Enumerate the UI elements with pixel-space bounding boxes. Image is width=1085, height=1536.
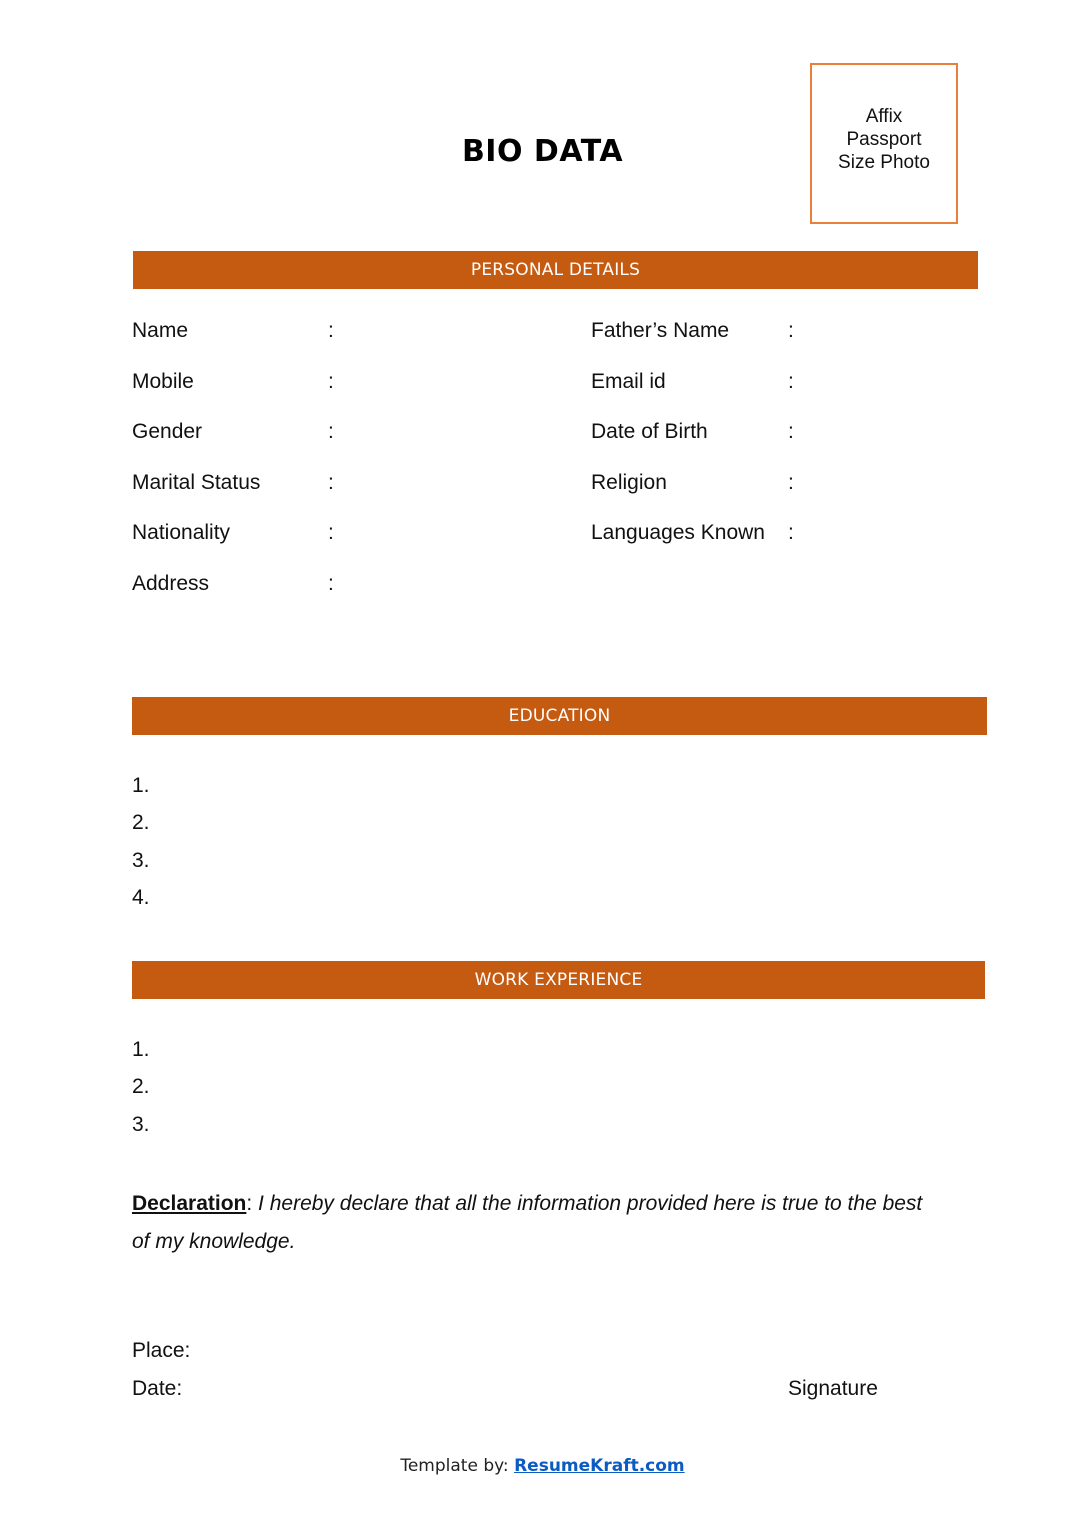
field-label-religion: Religion <box>591 471 667 494</box>
field-colon-languages-known: : <box>788 521 794 544</box>
signature-label: Signature <box>788 1377 878 1400</box>
field-colon-religion: : <box>788 471 794 494</box>
field-colon-fathers-name: : <box>788 319 794 342</box>
work-experience-list-item: 3. <box>132 1113 150 1136</box>
work-experience-list-item: 2. <box>132 1075 150 1098</box>
section-header-work-experience-label: WORK EXPERIENCE <box>474 970 643 990</box>
field-colon-address: : <box>328 572 334 595</box>
field-colon-name: : <box>328 319 334 342</box>
field-label-address: Address <box>132 572 210 595</box>
education-list-item: 1. <box>132 774 150 797</box>
field-label-date-of-birth: Date of Birth <box>591 420 708 443</box>
field-label-email-id: Email id <box>591 370 666 393</box>
education-list-item: 4. <box>132 886 150 909</box>
section-header-education: EDUCATION <box>132 697 987 735</box>
field-colon-gender: : <box>328 420 334 443</box>
section-header-work-experience: WORK EXPERIENCE <box>132 961 985 999</box>
field-label-languages-known: Languages Known <box>591 521 765 544</box>
footer-credit-link[interactable]: ResumeKraft.com <box>514 1456 685 1476</box>
declaration-paragraph: Declaration: I hereby declare that all t… <box>132 1185 932 1261</box>
education-list-item: 3. <box>132 849 150 872</box>
field-label-nationality: Nationality <box>132 521 231 544</box>
footer-credit-prefix: Template by: <box>400 1456 515 1476</box>
field-colon-nationality: : <box>328 521 334 544</box>
page-title-text: BIO DATA <box>461 134 624 169</box>
date-label: Date: <box>132 1377 183 1400</box>
field-colon-email-id: : <box>788 370 794 393</box>
field-label-name: Name <box>132 319 189 342</box>
section-header-education-label: EDUCATION <box>508 706 611 726</box>
field-label-marital-status: Marital Status <box>132 471 261 494</box>
field-colon-marital-status: : <box>328 471 334 494</box>
field-colon-date-of-birth: : <box>788 420 794 443</box>
photo-placeholder-text: Affix Passport Size Photo <box>838 106 930 173</box>
section-header-personal-details-label: PERSONAL DETAILS <box>470 260 641 280</box>
section-header-personal-details: PERSONAL DETAILS <box>133 251 978 289</box>
field-label-mobile: Mobile <box>132 370 194 393</box>
declaration-label: Declaration <box>132 1192 247 1215</box>
place-label: Place: <box>132 1339 191 1362</box>
education-list-item: 2. <box>132 811 150 834</box>
work-experience-list-item: 1. <box>132 1038 150 1061</box>
field-label-gender: Gender <box>132 420 203 443</box>
field-colon-mobile: : <box>328 370 334 393</box>
photo-placeholder-box: Affix Passport Size Photo <box>810 63 958 224</box>
field-label-fathers-name: Father’s Name <box>591 319 730 342</box>
footer-credit: Template by: ResumeKraft.com <box>0 1456 1085 1476</box>
